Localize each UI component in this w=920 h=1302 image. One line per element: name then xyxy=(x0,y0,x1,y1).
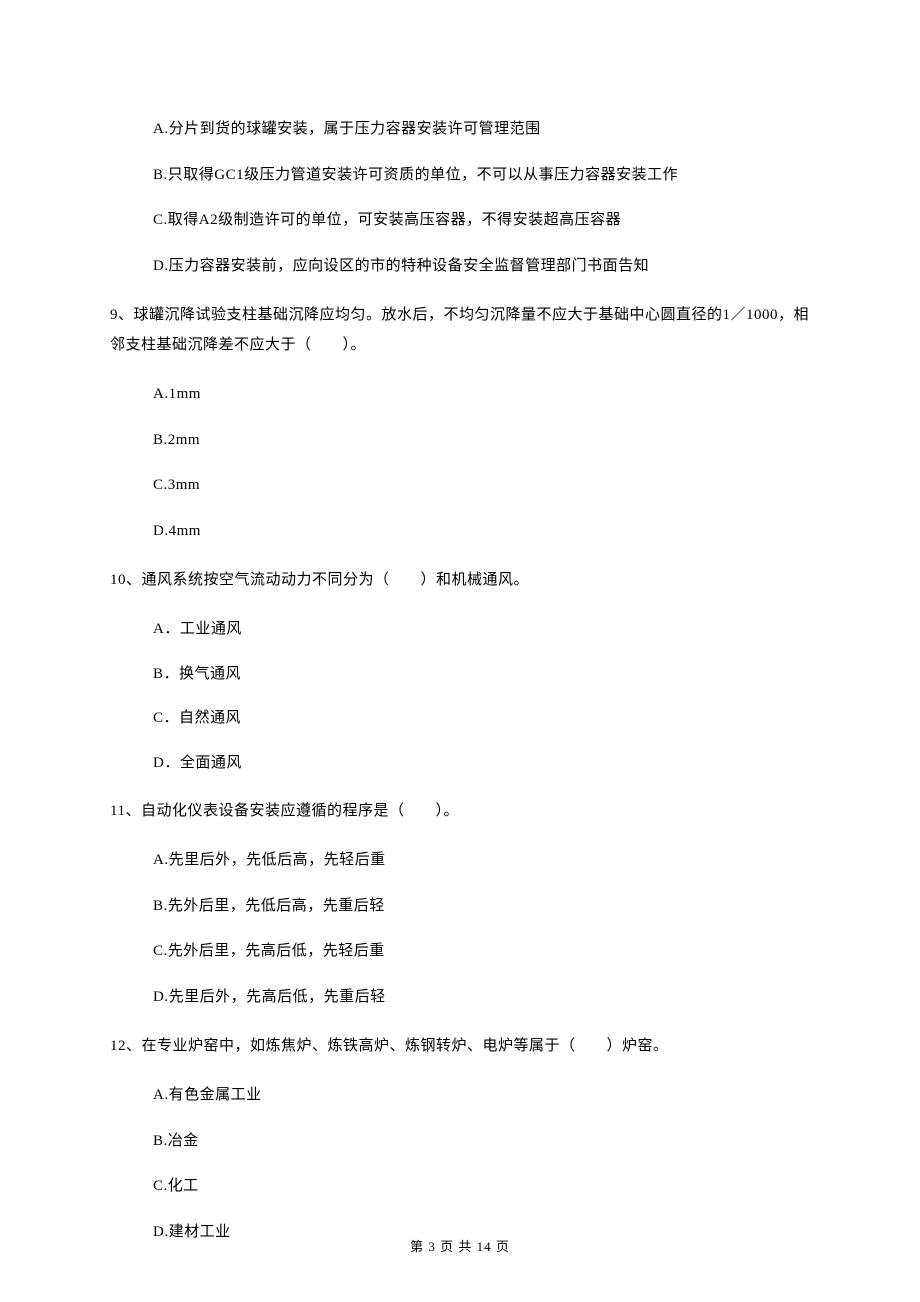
q10-option-a: A．工业通风 xyxy=(153,618,810,641)
question-11: 11、自动化仪表设备安装应遵循的程序是（ ）。 A.先里后外，先低后高，先轻后重… xyxy=(110,796,810,1008)
page-footer: 第 3 页 共 14 页 xyxy=(0,1237,920,1257)
q11-option-d: D.先里后外，先高后低，先重后轻 xyxy=(153,986,810,1009)
question-9: 9、球罐沉降试验支柱基础沉降应均匀。放水后，不均匀沉降量不应大于基础中心圆直径的… xyxy=(110,300,810,542)
question-12: 12、在专业炉窑中，如炼焦炉、炼铁高炉、炼钢转炉、电炉等属于（ ）炉窑。 A.有… xyxy=(110,1031,810,1243)
q9-stem: 9、球罐沉降试验支柱基础沉降应均匀。放水后，不均匀沉降量不应大于基础中心圆直径的… xyxy=(110,300,810,360)
q10-stem: 10、通风系统按空气流动动力不同分为（ ）和机械通风。 xyxy=(110,565,810,595)
q9-option-b: B.2mm xyxy=(153,429,810,452)
q10-option-c: C．自然通风 xyxy=(153,707,810,730)
q10-option-d: D．全面通风 xyxy=(153,752,810,775)
question-10: 10、通风系统按空气流动动力不同分为（ ）和机械通风。 A．工业通风 B．换气通… xyxy=(110,565,810,774)
q8-option-a: A.分片到货的球罐安装，属于压力容器安装许可管理范围 xyxy=(153,118,810,141)
q11-option-a: A.先里后外，先低后高，先轻后重 xyxy=(153,849,810,872)
q8-option-c: C.取得A2级制造许可的单位，可安装高压容器，不得安装超高压容器 xyxy=(153,209,810,232)
q9-option-d: D.4mm xyxy=(153,520,810,543)
q9-option-a: A.1mm xyxy=(153,383,810,406)
q9-option-c: C.3mm xyxy=(153,474,810,497)
q10-option-b: B．换气通风 xyxy=(153,663,810,686)
q11-stem: 11、自动化仪表设备安装应遵循的程序是（ ）。 xyxy=(110,796,810,826)
q8-option-b: B.只取得GC1级压力管道安装许可资质的单位，不可以从事压力容器安装工作 xyxy=(153,164,810,187)
q12-option-c: C.化工 xyxy=(153,1175,810,1198)
question-8-options: A.分片到货的球罐安装，属于压力容器安装许可管理范围 B.只取得GC1级压力管道… xyxy=(110,118,810,277)
q12-option-a: A.有色金属工业 xyxy=(153,1084,810,1107)
q11-option-b: B.先外后里，先低后高，先重后轻 xyxy=(153,895,810,918)
q8-option-d: D.压力容器安装前，应向设区的市的特种设备安全监督管理部门书面告知 xyxy=(153,255,810,278)
q12-stem: 12、在专业炉窑中，如炼焦炉、炼铁高炉、炼钢转炉、电炉等属于（ ）炉窑。 xyxy=(110,1031,810,1061)
q11-option-c: C.先外后里，先高后低，先轻后重 xyxy=(153,940,810,963)
q12-option-b: B.冶金 xyxy=(153,1130,810,1153)
